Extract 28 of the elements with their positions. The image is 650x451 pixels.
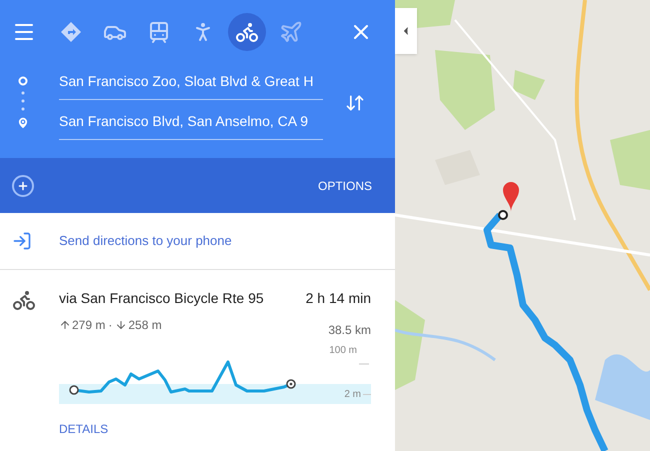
origin-circle-icon — [18, 76, 28, 86]
train-icon — [147, 20, 171, 44]
ascent-text: 279 m — [72, 317, 106, 334]
ascent-icon — [59, 319, 71, 331]
origin-field[interactable]: San Francisco Zoo, Sloat Blvd & Great H — [59, 66, 323, 100]
dotted-line-icon — [21, 89, 25, 113]
details-link[interactable]: DETAILS — [59, 420, 108, 438]
route-name: via San Francisco Bicycle Rte 95 — [59, 289, 264, 308]
descent-icon — [115, 319, 128, 331]
descent-text: 258 m — [128, 317, 162, 334]
send-directions-link[interactable]: Send directions to your phone — [59, 231, 232, 251]
plane-icon — [279, 20, 303, 44]
plus-icon — [17, 180, 29, 192]
destination-pin-icon — [16, 116, 30, 130]
add-destination-button[interactable] — [12, 174, 34, 196]
travel-mode-tab[interactable] — [228, 13, 266, 51]
elevation-min-label: 2 m — [344, 388, 361, 402]
bicycle-icon — [235, 20, 259, 44]
elevation-max-label: 100 m — [329, 344, 357, 358]
route-duration: 2 h 14 min — [306, 289, 371, 308]
swap-icon — [345, 93, 365, 113]
directions-icon — [59, 20, 83, 44]
separator-dot: · — [108, 317, 112, 334]
send-to-phone-icon — [12, 231, 32, 251]
options-button[interactable]: OPTIONS — [318, 176, 372, 194]
destination-field[interactable]: San Francisco Blvd, San Anselmo, CA 9 — [59, 106, 323, 140]
bicycle-icon — [12, 288, 36, 312]
route-distance: 38.5 km — [328, 322, 371, 339]
